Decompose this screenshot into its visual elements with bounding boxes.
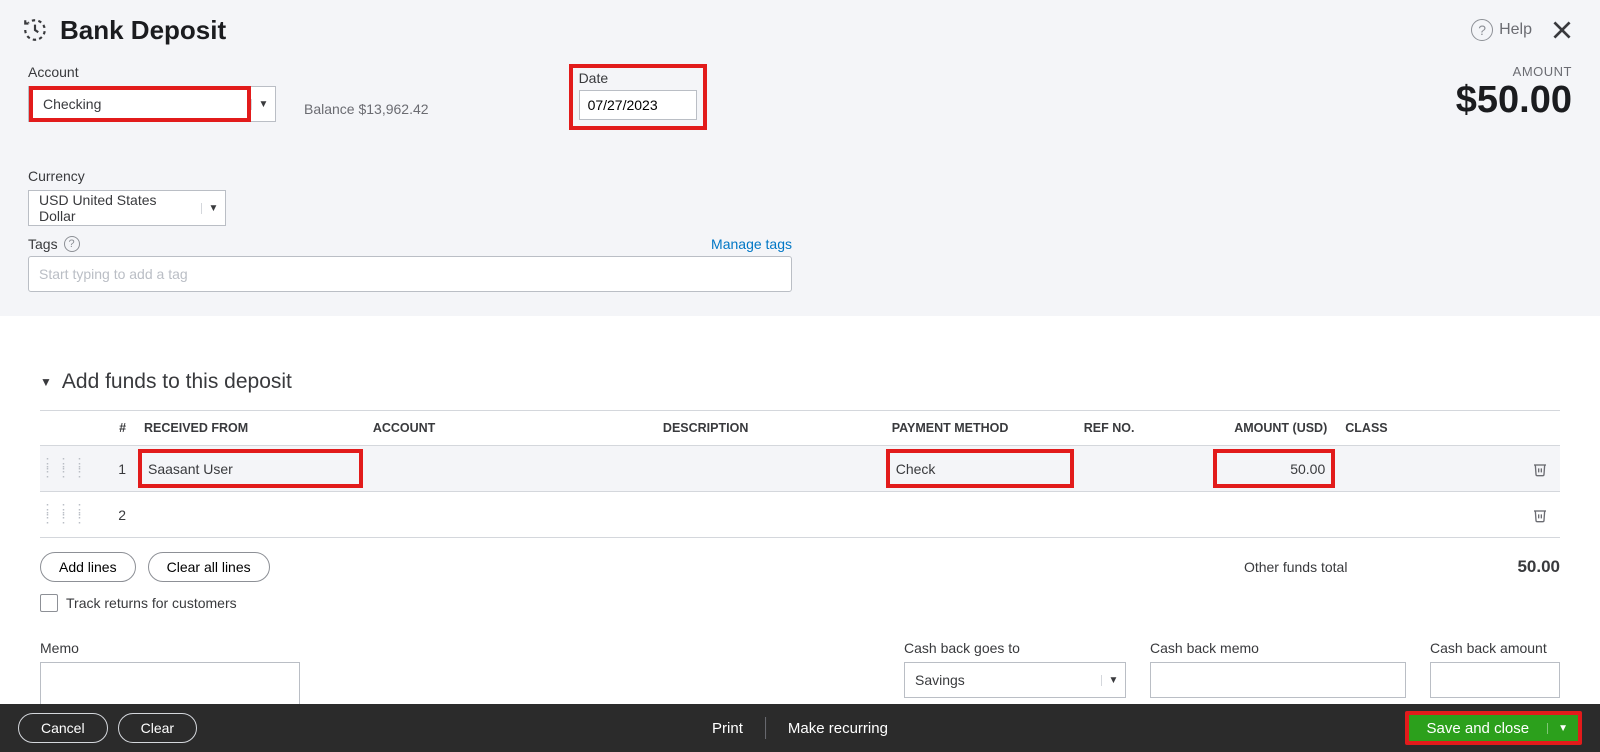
received-from-cell[interactable]: Saasant User (138, 449, 363, 488)
table-row[interactable]: ⋮⋮⋮⋮⋮⋮ 2 (40, 492, 1560, 538)
save-and-close-button[interactable]: Save and close ▼ (1405, 711, 1582, 745)
amount-cell[interactable]: 50.00 (1213, 449, 1336, 488)
table-row[interactable]: ⋮⋮⋮⋮⋮⋮ 1 Saasant User Check 50.00 (40, 446, 1560, 492)
tags-label: Tags (28, 236, 58, 252)
class-cell[interactable] (1337, 492, 1519, 537)
section-title: Add funds to this deposit (62, 370, 292, 394)
amount-cell[interactable] (1211, 492, 1338, 537)
history-icon[interactable] (22, 17, 48, 43)
received-from-cell[interactable] (136, 492, 365, 537)
col-received-from: RECEIVED FROM (136, 411, 365, 446)
col-description: DESCRIPTION (655, 411, 884, 446)
chevron-down-icon: ▼ (201, 203, 225, 214)
col-num: # (89, 411, 136, 446)
drag-handle-icon[interactable]: ⋮⋮⋮⋮⋮⋮ (40, 505, 89, 521)
cashback-amount-label: Cash back amount (1430, 640, 1560, 656)
close-button[interactable] (1546, 14, 1578, 46)
help-icon: ? (1471, 19, 1493, 41)
account-cell[interactable] (365, 446, 655, 491)
help-label: Help (1499, 21, 1532, 39)
form-panel: Account Checking ▼ Balance $13,962.42 Da… (0, 60, 1600, 316)
triangle-down-icon: ▼ (40, 375, 52, 389)
cashback-goes-to-label: Cash back goes to (904, 640, 1126, 656)
cashback-memo-input[interactable] (1150, 662, 1406, 698)
currency-label: Currency (28, 168, 1572, 184)
section-toggle[interactable]: ▼ Add funds to this deposit (40, 370, 1560, 394)
payment-method-cell[interactable] (884, 492, 1076, 537)
account-select[interactable]: Checking ▼ (28, 86, 276, 122)
help-icon[interactable]: ? (64, 236, 80, 252)
make-recurring-link[interactable]: Make recurring (766, 720, 910, 737)
cashback-memo-label: Cash back memo (1150, 640, 1406, 656)
date-label: Date (579, 70, 697, 86)
add-lines-button[interactable]: Add lines (40, 552, 136, 582)
col-account: ACCOUNT (365, 411, 655, 446)
cashback-amount-input[interactable] (1430, 662, 1560, 698)
currency-value: USD United States Dollar (29, 192, 201, 224)
date-input[interactable] (579, 90, 697, 120)
memo-label: Memo (40, 640, 300, 656)
currency-select[interactable]: USD United States Dollar ▼ (28, 190, 226, 226)
delete-row-button[interactable] (1519, 446, 1560, 491)
col-amount: AMOUNT (USD) (1211, 411, 1338, 446)
funds-table: # RECEIVED FROM ACCOUNT DESCRIPTION PAYM… (40, 410, 1560, 538)
drag-handle-icon[interactable]: ⋮⋮⋮⋮⋮⋮ (40, 459, 89, 475)
chevron-down-icon: ▼ (1101, 675, 1125, 686)
col-payment-method: PAYMENT METHOD (884, 411, 1076, 446)
description-cell[interactable] (655, 492, 884, 537)
delete-row-button[interactable] (1519, 492, 1560, 537)
cashback-goes-to-select[interactable]: Savings ▼ (904, 662, 1126, 698)
col-ref-no: REF NO. (1076, 411, 1211, 446)
chevron-down-icon[interactable]: ▼ (1547, 723, 1578, 734)
track-returns-checkbox[interactable] (40, 594, 58, 612)
funds-section: ▼ Add funds to this deposit # RECEIVED F… (0, 316, 1600, 719)
chevron-down-icon: ▼ (251, 99, 275, 110)
ref-no-cell[interactable] (1076, 492, 1211, 537)
account-label: Account (28, 64, 276, 80)
cashback-goes-to-value: Savings (905, 672, 1101, 688)
page-header: Bank Deposit ? Help (0, 0, 1600, 60)
col-class: CLASS (1337, 411, 1519, 446)
account-cell[interactable] (365, 492, 655, 537)
account-value: Checking (29, 86, 251, 122)
clear-all-lines-button[interactable]: Clear all lines (148, 552, 270, 582)
class-cell[interactable] (1337, 446, 1519, 491)
clear-button[interactable]: Clear (118, 713, 197, 743)
other-funds-total: Other funds total50.00 (1244, 557, 1560, 577)
description-cell[interactable] (655, 446, 884, 491)
ref-no-cell[interactable] (1076, 446, 1211, 491)
row-num: 2 (89, 492, 136, 538)
amount-value: $50.00 (1456, 79, 1572, 122)
manage-tags-link[interactable]: Manage tags (711, 236, 792, 252)
print-link[interactable]: Print (690, 720, 765, 737)
track-returns-label: Track returns for customers (66, 595, 237, 611)
payment-method-cell[interactable]: Check (886, 449, 1074, 488)
balance-text: Balance $13,962.42 (304, 101, 429, 117)
tags-input[interactable] (28, 256, 792, 292)
help-link[interactable]: ? Help (1471, 19, 1532, 41)
row-num: 1 (89, 446, 136, 492)
footer-bar: Cancel Clear Print Make recurring Save a… (0, 704, 1600, 752)
page-title: Bank Deposit (60, 15, 226, 46)
cancel-button[interactable]: Cancel (18, 713, 108, 743)
amount-label: AMOUNT (1456, 64, 1572, 79)
